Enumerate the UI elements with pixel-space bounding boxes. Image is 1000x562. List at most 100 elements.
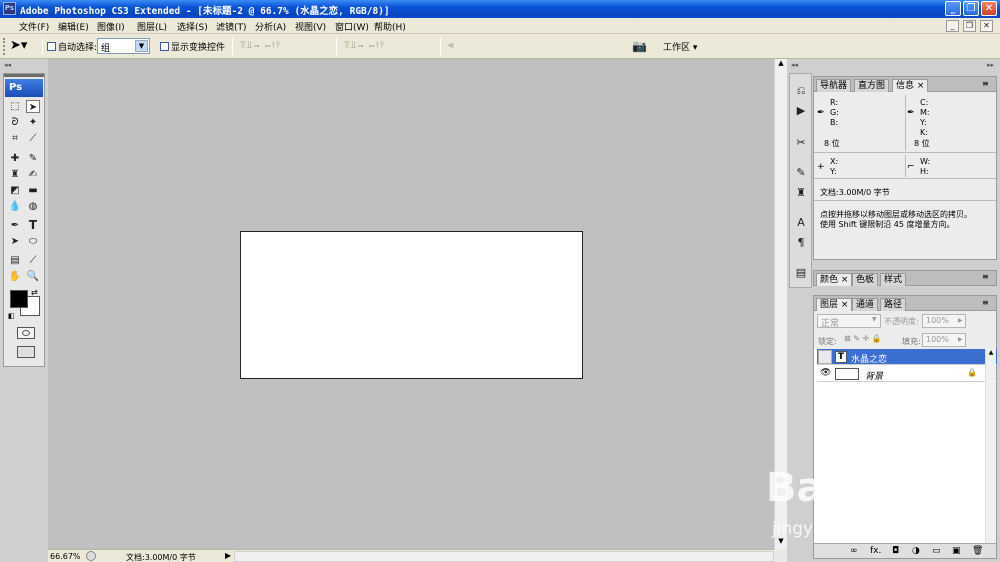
- crop-tool-icon[interactable]: ⌗: [8, 132, 22, 145]
- blend-mode-dropdown[interactable]: 正常 ▼: [817, 314, 881, 329]
- toolbox-grip[interactable]: [4, 74, 44, 77]
- menu-select[interactable]: 选择(S): [177, 20, 208, 33]
- panel-menu-icon[interactable]: ≡: [982, 272, 989, 281]
- foreground-color-swatch[interactable]: [10, 290, 28, 308]
- tab-paths[interactable]: 路径: [880, 298, 907, 311]
- brush-tool-icon[interactable]: ✎: [26, 152, 40, 165]
- gradient-tool-icon[interactable]: ▬: [26, 184, 40, 197]
- chevron-right-icon[interactable]: ▶: [958, 336, 963, 343]
- distribute-icons[interactable]: ⫪ ⫫ ⫬ ⫭ ⫮ ⫯: [344, 40, 384, 51]
- doc-close-button[interactable]: ✕: [980, 20, 993, 32]
- screen-mode-icon[interactable]: [17, 346, 35, 358]
- tab-swatches[interactable]: 色板: [852, 273, 879, 286]
- document-canvas[interactable]: [240, 231, 583, 379]
- auto-align-icon[interactable]: ⫷: [448, 40, 454, 51]
- shape-tool-icon[interactable]: ⬭: [26, 235, 40, 248]
- status-icon[interactable]: [86, 551, 96, 561]
- tab-info[interactable]: 信息 ×: [892, 79, 929, 92]
- menu-filter[interactable]: 滤镜(T): [216, 20, 247, 33]
- menu-analysis[interactable]: 分析(A): [255, 20, 286, 33]
- menu-help[interactable]: 帮助(H): [374, 20, 406, 33]
- link-layers-icon[interactable]: ∞: [850, 546, 858, 556]
- clone-source-icon[interactable]: ♜: [794, 186, 808, 200]
- horizontal-scrollbar[interactable]: [234, 551, 774, 562]
- history-panel-icon[interactable]: ⎌: [794, 84, 808, 98]
- scroll-up-icon[interactable]: ▲: [776, 59, 786, 69]
- eyedropper-icon[interactable]: ✒: [817, 108, 825, 118]
- photoshop-app-icon[interactable]: Ps: [3, 2, 16, 15]
- pen-tool-icon[interactable]: ✒: [8, 219, 22, 232]
- menu-image[interactable]: 图像(I): [97, 20, 125, 33]
- scroll-up-icon[interactable]: ▲: [986, 349, 996, 356]
- panel-menu-icon[interactable]: ≡: [982, 298, 989, 307]
- layer-comps-icon[interactable]: ▤: [794, 266, 808, 280]
- mask-icon[interactable]: ◘: [892, 546, 899, 556]
- tab-navigator[interactable]: 导航器: [816, 79, 852, 92]
- menu-layer[interactable]: 图层(L): [137, 20, 167, 33]
- healing-brush-tool-icon[interactable]: ✚: [8, 152, 22, 165]
- move-tool-icon[interactable]: ➤: [26, 100, 40, 113]
- grip-handle[interactable]: [3, 38, 5, 55]
- move-tool-preset-icon[interactable]: ➤▾: [10, 38, 27, 53]
- tab-channels[interactable]: 通道: [852, 298, 879, 311]
- tab-histogram[interactable]: 直方图: [854, 79, 890, 92]
- path-selection-tool-icon[interactable]: ➤: [8, 235, 22, 248]
- auto-select-checkbox[interactable]: [47, 42, 56, 51]
- quick-mask-icon[interactable]: [17, 327, 35, 339]
- character-panel-icon[interactable]: A: [794, 216, 808, 230]
- new-group-icon[interactable]: ▭: [932, 546, 941, 556]
- swap-colors-icon[interactable]: ⇄: [31, 288, 38, 297]
- tool-presets-icon[interactable]: ✂: [794, 136, 808, 150]
- visibility-toggle[interactable]: [818, 350, 832, 364]
- status-menu-arrow-icon[interactable]: ▶: [225, 551, 231, 560]
- fx-icon[interactable]: fx.: [870, 546, 881, 556]
- menu-window[interactable]: 窗口(W): [335, 20, 369, 33]
- eyedropper-icon[interactable]: ✒: [907, 108, 915, 118]
- doc-minimize-button[interactable]: _: [946, 20, 959, 32]
- type-tool-icon[interactable]: T: [26, 219, 40, 232]
- align-icons[interactable]: ⫪ ⫫ ⫬ ⫭ ⫮ ⫯: [240, 40, 280, 51]
- auto-select-dropdown[interactable]: 组 ▼: [97, 38, 150, 54]
- dodge-tool-icon[interactable]: ◍: [26, 200, 40, 213]
- eraser-tool-icon[interactable]: ◩: [8, 184, 22, 197]
- blur-tool-icon[interactable]: 💧: [8, 200, 22, 213]
- adjustment-layer-icon[interactable]: ◑: [912, 546, 920, 556]
- maximize-button[interactable]: ❐: [963, 1, 979, 16]
- zoom-tool-icon[interactable]: 🔍: [26, 270, 40, 283]
- menu-file[interactable]: 文件(F): [19, 20, 49, 33]
- close-button[interactable]: ✕: [981, 1, 997, 16]
- lock-icons[interactable]: ⊠ ✎ ✛ 🔒: [844, 334, 882, 343]
- collapse-arrows-icon[interactable]: ◂◂: [4, 61, 11, 69]
- menu-view[interactable]: 视图(V): [295, 20, 326, 33]
- minimize-button[interactable]: _: [945, 1, 961, 16]
- tab-styles[interactable]: 样式: [880, 273, 907, 286]
- magic-wand-tool-icon[interactable]: ✦: [26, 116, 40, 129]
- workspace-button[interactable]: 工作区 ▾: [663, 40, 697, 53]
- doc-restore-button[interactable]: ❐: [963, 20, 976, 32]
- new-layer-icon[interactable]: ▣: [952, 546, 961, 556]
- lasso-tool-icon[interactable]: ᘐ: [8, 116, 22, 129]
- fill-field[interactable]: 100% ▶: [922, 333, 966, 347]
- trash-icon[interactable]: 🗑: [972, 546, 983, 556]
- chevron-right-icon[interactable]: ▶: [958, 317, 963, 324]
- tab-layers[interactable]: 图层 ×: [816, 298, 853, 311]
- expand-arrows-icon[interactable]: ◂◂: [791, 61, 798, 69]
- actions-panel-icon[interactable]: ▶: [794, 104, 808, 118]
- eyedropper-tool-icon[interactable]: ⟋: [26, 254, 40, 267]
- layer-row-text[interactable]: T 水晶之恋: [817, 349, 997, 365]
- menu-edit[interactable]: 编辑(E): [58, 20, 89, 33]
- chevron-down-icon[interactable]: ▼: [872, 316, 877, 323]
- layers-scrollbar[interactable]: ▲: [985, 349, 996, 543]
- brushes-panel-icon[interactable]: ✎: [794, 166, 808, 180]
- bridge-icon[interactable]: 📷: [632, 39, 647, 53]
- show-transform-checkbox[interactable]: [160, 42, 169, 51]
- slice-tool-icon[interactable]: ⟋: [26, 132, 40, 145]
- tab-color[interactable]: 颜色 ×: [816, 273, 853, 286]
- collapse-arrows-icon[interactable]: ▸▸: [987, 61, 994, 69]
- hand-tool-icon[interactable]: ✋: [8, 270, 22, 283]
- clone-stamp-tool-icon[interactable]: ♜: [8, 168, 22, 181]
- default-colors-icon[interactable]: ◧: [8, 312, 15, 320]
- panel-menu-icon[interactable]: ≡: [982, 79, 989, 88]
- marquee-tool-icon[interactable]: ⬚: [8, 100, 22, 113]
- opacity-field[interactable]: 100% ▶: [922, 314, 966, 328]
